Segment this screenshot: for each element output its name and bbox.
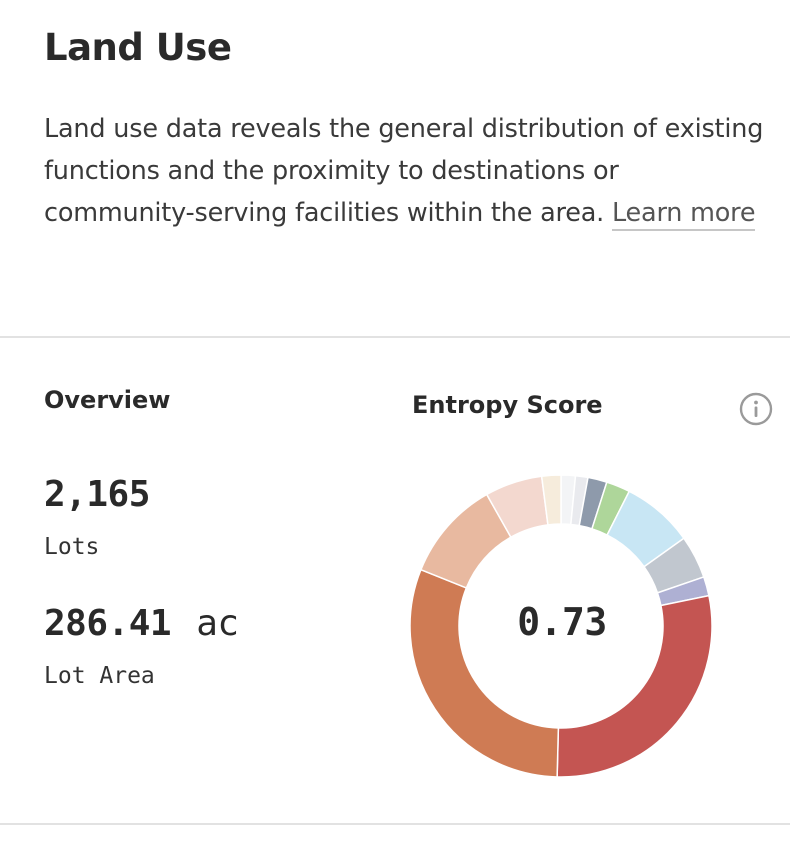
bottom-divider	[0, 823, 790, 825]
entropy-score-heading: Entropy Score	[412, 391, 603, 419]
learn-more-link[interactable]: Learn more	[611, 198, 756, 231]
lots-value: 2,165	[44, 474, 150, 515]
info-icon[interactable]	[739, 392, 773, 426]
section-description: Land use data reveals the general distri…	[44, 108, 774, 234]
page-title: Land Use	[44, 26, 232, 69]
lot-area-unit: ac	[196, 603, 239, 644]
lot-area-label: Lot Area	[44, 663, 155, 689]
lots-label: Lots	[44, 534, 100, 560]
lot-area-number: 286.41	[44, 603, 172, 644]
overview-heading: Overview	[44, 386, 171, 414]
entropy-score-value: 0.73	[517, 600, 607, 644]
section-divider	[0, 336, 790, 338]
lot-area-value: 286.41 ac	[44, 603, 239, 644]
